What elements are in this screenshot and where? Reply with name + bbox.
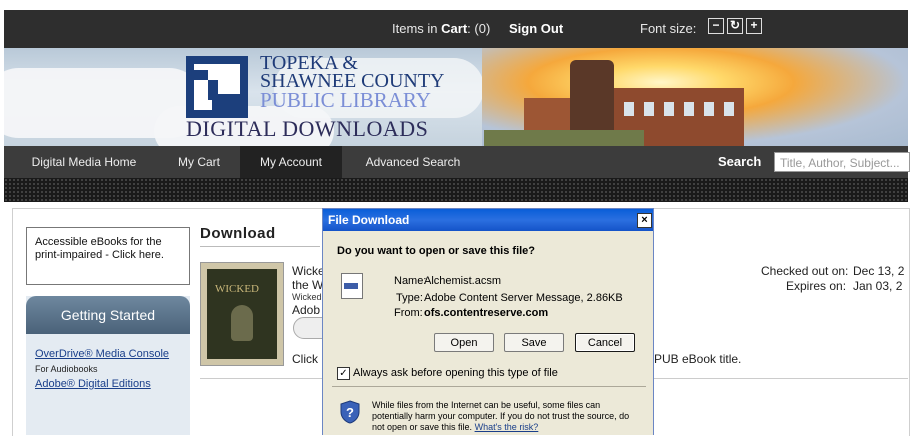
dialog-divider bbox=[332, 386, 646, 387]
overdrive-sub: For Audiobooks bbox=[35, 364, 98, 374]
security-warning: While files from the Internet can be use… bbox=[372, 400, 638, 433]
banner-line3: PUBLIC LIBRARY bbox=[260, 88, 431, 112]
download-heading: Download bbox=[200, 225, 276, 242]
from-label: From: bbox=[394, 307, 423, 319]
security-shield-icon: ? bbox=[340, 400, 360, 424]
font-decrease-button[interactable]: − bbox=[708, 18, 724, 34]
nav-digital-media-home[interactable]: Digital Media Home bbox=[14, 146, 154, 178]
main-nav: Digital Media Home My Cart My Account Ad… bbox=[4, 146, 910, 178]
cart-count: : (0) bbox=[467, 21, 491, 36]
sign-out-link[interactable]: Sign Out bbox=[509, 21, 563, 36]
name-value: Alchemist.acsm bbox=[424, 275, 502, 287]
font-increase-button[interactable]: + bbox=[746, 18, 762, 34]
adobe-digital-editions-link[interactable]: Adobe® Digital Editions bbox=[35, 378, 151, 390]
from-value: ofs.contentreserve.com bbox=[424, 307, 549, 319]
book-series-fragment: Wicked bbox=[292, 292, 322, 302]
search-input[interactable]: Title, Author, Subject... bbox=[774, 152, 910, 172]
name-label: Name: bbox=[394, 275, 427, 287]
type-value: Adobe Content Server Message, 2.86KB bbox=[424, 292, 623, 304]
cancel-button[interactable]: Cancel bbox=[575, 333, 635, 352]
open-button[interactable]: Open bbox=[434, 333, 494, 352]
font-size-label: Font size: bbox=[640, 21, 697, 36]
book-subtitle-fragment: the W bbox=[292, 278, 324, 292]
library-logo-icon[interactable] bbox=[186, 56, 248, 118]
nav-my-account[interactable]: My Account bbox=[240, 146, 342, 178]
font-reset-button[interactable]: ↻ bbox=[727, 18, 743, 34]
banner-line4: DIGITAL DOWNLOADS bbox=[186, 116, 429, 141]
cart-strong: Cart bbox=[441, 21, 468, 36]
nav-advanced-search[interactable]: Advanced Search bbox=[346, 146, 480, 178]
always-ask-checkbox[interactable]: ✓ bbox=[337, 367, 350, 380]
dialog-title-bar[interactable]: File Download bbox=[323, 209, 653, 231]
book-format-fragment: Adob bbox=[292, 303, 321, 317]
instruction-text-end: PUB eBook title. bbox=[654, 352, 742, 366]
search-label: Search bbox=[718, 154, 762, 169]
trees bbox=[484, 130, 644, 146]
type-label: Type: bbox=[396, 292, 423, 304]
overdrive-link[interactable]: OverDrive® Media Console bbox=[35, 348, 169, 360]
book-title-fragment[interactable]: Wicke bbox=[292, 264, 325, 278]
always-ask-label[interactable]: Always ask before opening this type of f… bbox=[353, 367, 558, 379]
getting-started-heading: Getting Started bbox=[26, 296, 190, 334]
divider bbox=[200, 246, 320, 247]
checked-out-label: Checked out on: bbox=[761, 264, 849, 278]
cart-status[interactable]: Items in Cart: (0) bbox=[392, 21, 490, 36]
decorative-strip bbox=[4, 178, 908, 202]
cart-label: Items in bbox=[392, 21, 438, 36]
save-button[interactable]: Save bbox=[504, 333, 564, 352]
accessible-ebooks-link[interactable]: Accessible eBooks for the print-impaired… bbox=[26, 227, 190, 285]
file-icon bbox=[341, 273, 363, 299]
library-banner: TOPEKA & SHAWNEE COUNTY PUBLIC LIBRARY D… bbox=[4, 48, 908, 146]
svg-text:?: ? bbox=[346, 405, 354, 420]
top-bar: Items in Cart: (0) Sign Out Font size: −… bbox=[4, 10, 908, 48]
dialog-question: Do you want to open or save this file? bbox=[337, 245, 536, 257]
checked-out-date: Dec 13, 2 bbox=[853, 264, 905, 278]
book-cover-image[interactable]: WICKED bbox=[200, 262, 284, 366]
expires-label: Expires on: bbox=[786, 279, 847, 293]
close-icon[interactable]: × bbox=[637, 213, 652, 228]
instruction-text-start: Click bbox=[292, 352, 318, 366]
nav-my-cart[interactable]: My Cart bbox=[164, 146, 234, 178]
whats-the-risk-link[interactable]: What's the risk? bbox=[475, 422, 539, 432]
expires-date: Jan 03, 2 bbox=[853, 279, 903, 293]
